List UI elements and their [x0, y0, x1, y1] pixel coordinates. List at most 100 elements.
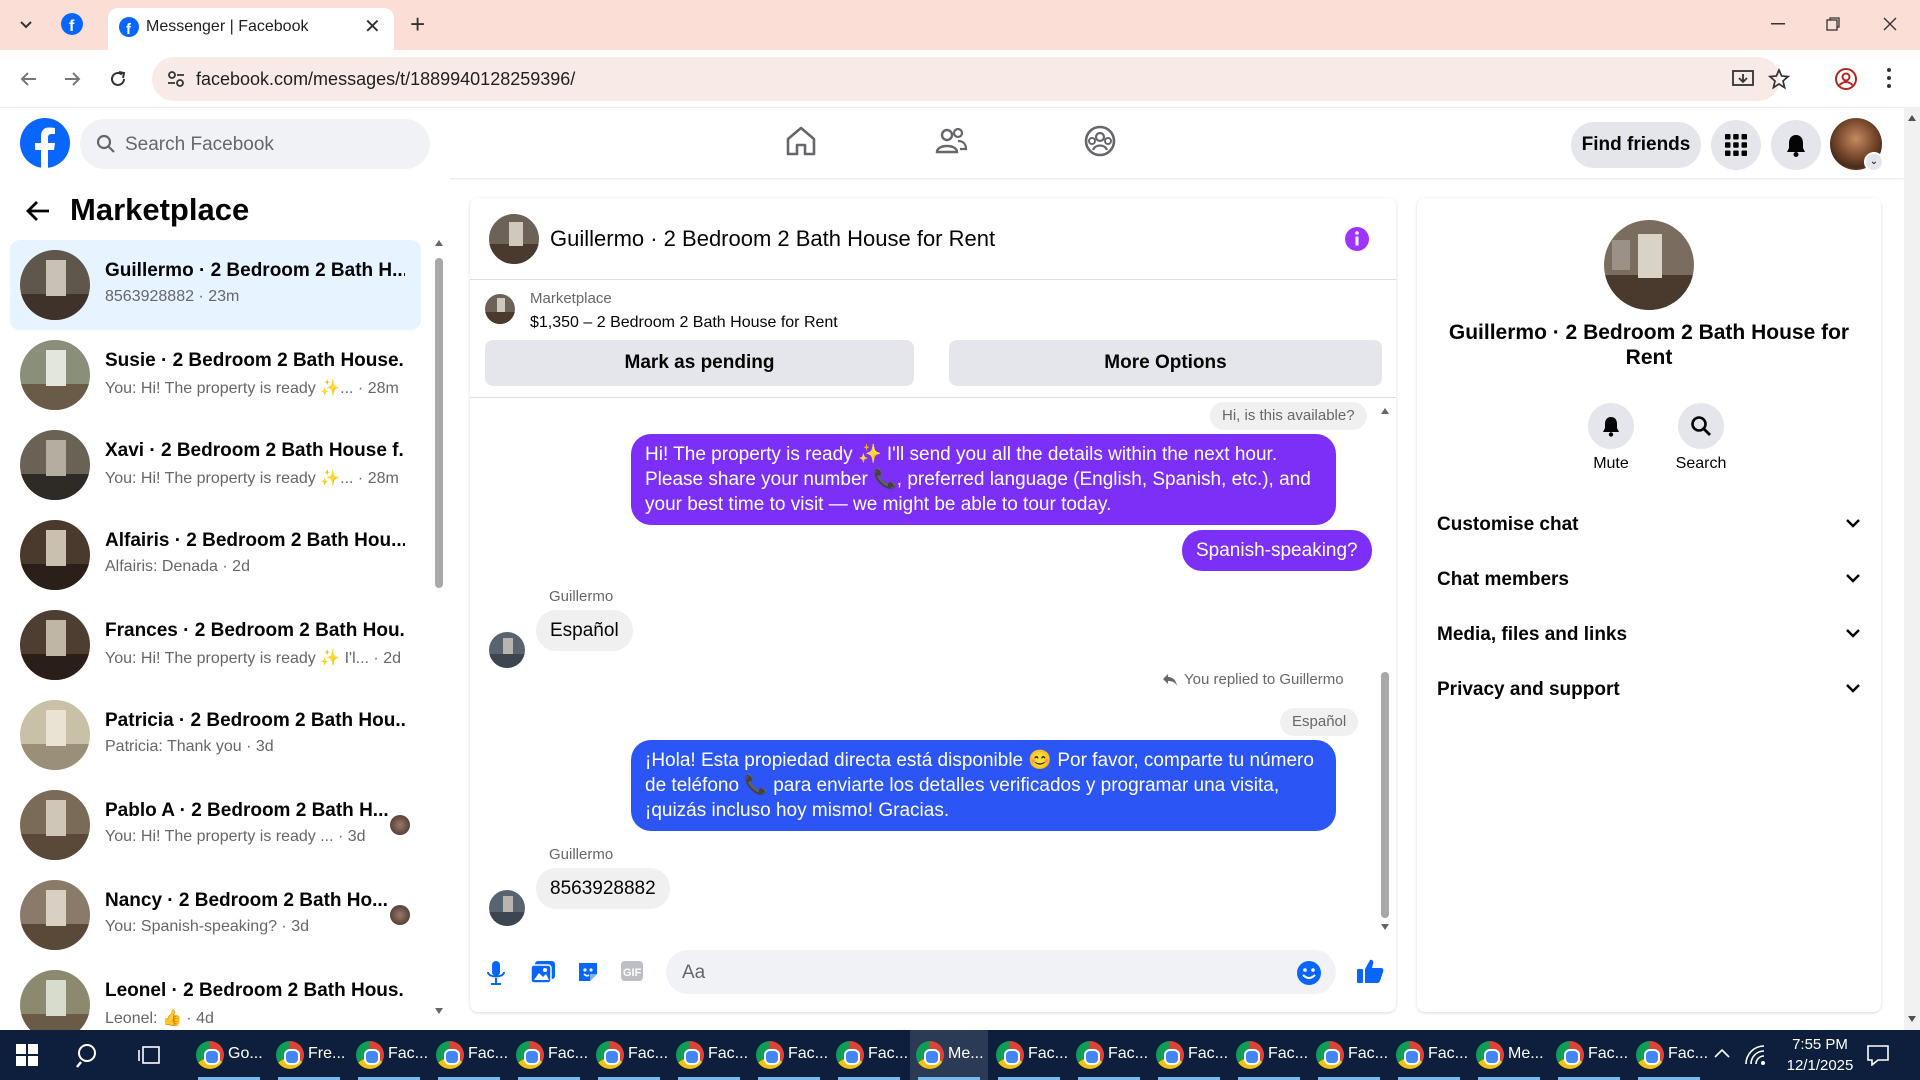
address-bar[interactable]: facebook.com/messages/t/1889940128259396… [152, 57, 1790, 101]
chrome-menu-icon[interactable] [1886, 67, 1892, 89]
sender-avatar[interactable] [489, 632, 525, 668]
restore-button[interactable] [1813, 8, 1853, 40]
sticker-icon[interactable] [576, 960, 600, 984]
facebook-pinned-tab-icon[interactable]: f [60, 12, 84, 36]
tab-search-chevron-icon[interactable] [10, 10, 42, 40]
back-arrow-icon[interactable] [14, 65, 42, 93]
conversation-preview: Leonel: 👍 · 4d [105, 1010, 214, 1027]
groups-icon[interactable] [1083, 124, 1117, 158]
reply-quote[interactable]: Español [1280, 708, 1359, 736]
forward-arrow-icon[interactable] [59, 65, 87, 93]
menu-grid-icon[interactable] [1711, 120, 1761, 170]
taskbar-app-button[interactable]: Fac... [830, 1030, 908, 1080]
conversation-item[interactable]: Frances · 2 Bedroom 2 Bath Hou... You: Hi… [10, 600, 421, 690]
listing-thumbnail[interactable] [485, 294, 515, 324]
sender-avatar[interactable] [489, 890, 525, 926]
account-chevron-icon[interactable]: ⌄ [1864, 152, 1884, 172]
conversation-item[interactable]: Pablo A · 2 Bedroom 2 Bath H... You: Hi! … [10, 780, 421, 870]
thumbs-up-icon[interactable] [1356, 958, 1384, 984]
mute-button[interactable]: Mute [1571, 403, 1651, 473]
taskbar-app-button[interactable]: Fac... [1230, 1030, 1308, 1080]
reply-quote[interactable]: Hi, is this available? [1210, 402, 1367, 430]
chrome-profile-icon[interactable] [1834, 67, 1858, 91]
taskbar-app-button[interactable]: Fac... [590, 1030, 668, 1080]
photo-icon[interactable] [530, 960, 556, 984]
find-friends-button[interactable]: Find friends [1571, 122, 1701, 168]
customise-chat-section[interactable]: Customise chat [1437, 506, 1861, 546]
reload-icon[interactable] [104, 65, 132, 93]
svg-text:f: f [69, 18, 75, 35]
network-icon[interactable] [1744, 1044, 1766, 1066]
conversation-avatar[interactable] [1604, 220, 1694, 310]
profile-avatar[interactable]: ⌄ [1830, 118, 1884, 172]
taskbar-app-button[interactable]: Fac... [350, 1030, 428, 1080]
taskbar-app-button[interactable]: Fac... [1390, 1030, 1468, 1080]
close-tab-icon[interactable]: ✕ [364, 14, 381, 39]
taskbar-search-icon[interactable] [76, 1042, 102, 1068]
listing-detail[interactable]: $1,350 – 2 Bedroom 2 Bath House for Rent [530, 314, 838, 332]
chat-members-section[interactable]: Chat members [1437, 561, 1861, 601]
back-arrow-icon[interactable] [26, 200, 50, 222]
taskbar-app-button[interactable]: Fac... [990, 1030, 1068, 1080]
conversation-item[interactable]: Susie · 2 Bedroom 2 Bath House... You: Hi… [10, 330, 421, 420]
home-icon[interactable] [784, 124, 818, 158]
conversation-name: Guillermo · 2 Bedroom 2 Bath House for R… [1448, 321, 1850, 369]
thread-scrollbar[interactable] [1378, 404, 1392, 934]
incoming-message[interactable]: Español [536, 610, 633, 651]
conversation-list-scrollbar[interactable] [433, 238, 445, 1018]
chrome-icon [1476, 1041, 1504, 1069]
taskbar-app-button[interactable]: Fac... [670, 1030, 748, 1080]
taskbar-app-button[interactable]: Fac... [510, 1030, 588, 1080]
minimize-button[interactable] [1758, 8, 1798, 40]
bookmark-star-icon[interactable] [1768, 68, 1790, 90]
taskbar-app-button[interactable]: Fac... [1150, 1030, 1228, 1080]
taskbar-app-button[interactable]: Fre... [270, 1030, 348, 1080]
notifications-bell-icon[interactable] [1771, 120, 1821, 170]
taskbar-app-button[interactable]: Fac... [1310, 1030, 1388, 1080]
windows-start-icon[interactable] [16, 1044, 38, 1066]
message-input[interactable]: Aa [666, 950, 1336, 994]
outgoing-message[interactable]: Hi! The property is ready ✨ I'll send yo… [631, 434, 1336, 525]
system-tray-chevron-icon[interactable] [1714, 1048, 1730, 1058]
site-info-icon[interactable] [166, 69, 186, 89]
friends-icon[interactable] [934, 124, 968, 158]
search-in-conversation-button[interactable]: Search [1661, 403, 1741, 473]
facebook-logo-icon[interactable] [19, 117, 71, 169]
facebook-search-input[interactable]: Search Facebook [80, 119, 430, 169]
emoji-icon[interactable] [1296, 960, 1322, 986]
install-app-icon[interactable] [1732, 69, 1754, 89]
info-icon[interactable] [1344, 226, 1370, 252]
notifications-center-icon[interactable] [1866, 1044, 1890, 1066]
taskbar-app-button[interactable]: Fac... [430, 1030, 508, 1080]
outgoing-message[interactable]: ¡Hola! Esta propiedad directa está dispo… [631, 740, 1336, 831]
conversation-item[interactable]: Nancy · 2 Bedroom 2 Bath Ho... You: Spani… [10, 870, 421, 960]
active-tab[interactable]: f Messenger | Facebook ✕ [108, 8, 394, 50]
chat-avatar[interactable] [489, 214, 539, 264]
chat-title[interactable]: Guillermo · 2 Bedroom 2 Bath House for R… [550, 226, 995, 252]
page-scrollbar[interactable] [1904, 108, 1920, 1030]
taskbar-app-button[interactable]: Fac... [1630, 1030, 1708, 1080]
taskbar-app-button[interactable]: Me... [910, 1030, 988, 1080]
browser-tab-bar: f f Messenger | Facebook ✕ + [0, 0, 1920, 50]
incoming-message[interactable]: 8563928882 [536, 868, 670, 909]
conversation-item[interactable]: Alfairis · 2 Bedroom 2 Bath Hou... Alfair… [10, 510, 421, 600]
taskbar-app-button[interactable]: Go... [190, 1030, 268, 1080]
taskbar-app-button[interactable]: Fac... [750, 1030, 828, 1080]
taskbar-app-button[interactable]: Fac... [1070, 1030, 1148, 1080]
outgoing-message[interactable]: Spanish-speaking? [1182, 530, 1372, 571]
clock[interactable]: 7:55 PM 12/1/2025 [1770, 1034, 1870, 1076]
conversation-item[interactable]: Xavi · 2 Bedroom 2 Bath House f... You: H… [10, 420, 421, 510]
gif-icon[interactable]: GIF [620, 960, 644, 982]
mark-as-pending-button[interactable]: Mark as pending [485, 340, 914, 386]
privacy-support-section[interactable]: Privacy and support [1437, 671, 1861, 711]
microphone-icon[interactable] [486, 960, 506, 986]
close-window-button[interactable] [1870, 8, 1910, 40]
conversation-item[interactable]: Guillermo · 2 Bedroom 2 Bath H... 8563928… [10, 240, 421, 330]
media-files-links-section[interactable]: Media, files and links [1437, 616, 1861, 656]
taskbar-app-button[interactable]: Fac... [1550, 1030, 1628, 1080]
conversation-item[interactable]: Patricia · 2 Bedroom 2 Bath Hou... Patric… [10, 690, 421, 780]
taskbar-app-button[interactable]: Me... [1470, 1030, 1548, 1080]
task-view-icon[interactable] [138, 1044, 160, 1066]
more-options-button[interactable]: More Options [949, 340, 1382, 386]
new-tab-button[interactable]: + [410, 10, 425, 38]
